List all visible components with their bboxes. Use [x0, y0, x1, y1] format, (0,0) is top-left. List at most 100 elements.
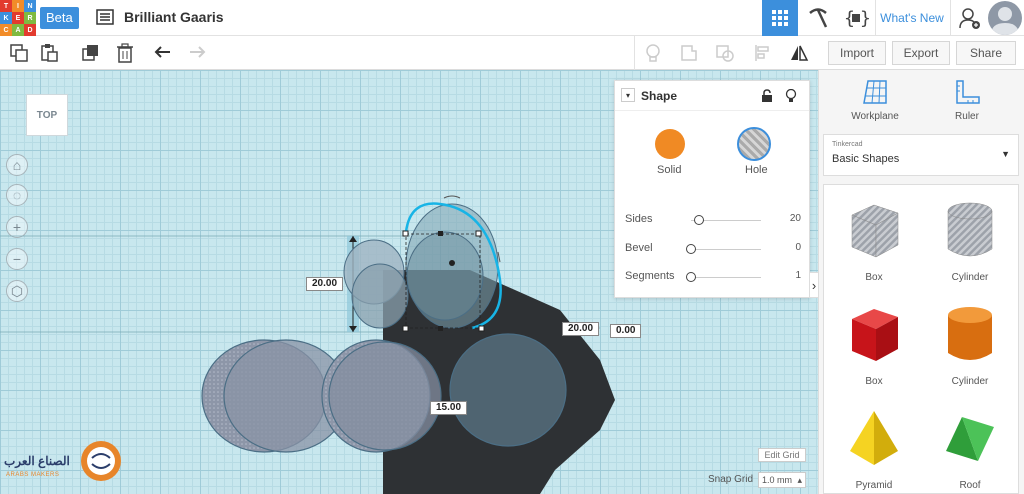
avatar[interactable] [988, 1, 1022, 35]
resize-handle[interactable] [438, 231, 443, 236]
library-name: Basic Shapes [832, 153, 900, 165]
snap-grid-select[interactable]: 1.0 mm ▴ [758, 472, 806, 488]
align-icon [755, 45, 769, 61]
duplicate-icon [82, 45, 98, 61]
undo-button[interactable] [150, 40, 176, 66]
hole-cylinder[interactable] [449, 333, 567, 447]
cylinder-hole-icon [947, 202, 993, 257]
whats-new-link[interactable]: What's New [876, 0, 948, 36]
edit-grid-button[interactable]: Edit Grid [758, 448, 806, 462]
caret-down-icon: ▼ [1001, 149, 1010, 159]
chevron-right-icon: › [811, 277, 817, 293]
paste-icon [41, 44, 58, 62]
slider-knob[interactable] [694, 215, 705, 225]
offset-dimension[interactable]: 0.00 [610, 324, 642, 338]
grid-icon [772, 10, 788, 26]
cylinder-solid-icon [948, 307, 992, 360]
workplane-tool[interactable]: Workplane [835, 78, 915, 122]
watermark-text: الصناع العرب [4, 454, 70, 468]
hole-option[interactable] [737, 127, 771, 161]
shape-box-solid[interactable]: Box [828, 293, 920, 393]
slider-knob[interactable] [686, 244, 696, 254]
watermark-subtext: ARABS MAKERS [6, 472, 60, 478]
height-dimension[interactable]: 20.00 [306, 277, 344, 291]
paste-button[interactable] [36, 40, 62, 66]
shape-pyramid[interactable]: Pyramid [828, 397, 920, 493]
collapse-inspector-button[interactable]: ▾ [621, 88, 635, 102]
caret-up-icon: ▴ [797, 474, 802, 485]
lightbulb-icon[interactable] [785, 89, 797, 103]
design-list-icon[interactable] [96, 9, 114, 25]
workplane-tool-label: Workplane [851, 111, 899, 122]
redo-icon [190, 46, 206, 58]
duplicate-button[interactable] [78, 40, 104, 66]
shape-roof[interactable]: Roof [924, 397, 1016, 493]
pickaxe-icon [809, 8, 828, 28]
redo-button[interactable] [184, 40, 210, 66]
group-button[interactable] [676, 40, 702, 66]
inspector-title: Shape [641, 89, 678, 103]
shape-box-hole[interactable]: Box [828, 189, 920, 289]
export-button[interactable]: Export [892, 41, 950, 65]
rotate-handle[interactable] [443, 195, 461, 199]
copy-icon [10, 44, 28, 62]
shape-cylinder-solid[interactable]: Cylinder [924, 293, 1016, 393]
ruler-tool[interactable]: Ruler [927, 78, 1007, 122]
workplane-icon [863, 80, 887, 104]
shape-cylinder-hole[interactable]: Cylinder [924, 189, 1016, 289]
codeblocks-icon: { } [844, 8, 869, 29]
shapes-panel: Workplane Ruler Tinkercad Basic Shapes ▼… [818, 70, 1024, 494]
solid-label: Solid [657, 164, 682, 176]
box-solid-icon [852, 309, 898, 361]
resize-handle[interactable] [402, 325, 409, 332]
share-button[interactable]: Share [956, 41, 1016, 65]
arabs-makers-logo [81, 441, 121, 481]
resize-handle[interactable] [402, 230, 409, 237]
resize-handle[interactable] [438, 326, 443, 331]
ruler-icon [956, 80, 980, 104]
shape-library-select[interactable]: Tinkercad Basic Shapes ▼ [823, 134, 1019, 176]
segments-slider[interactable]: Segments 1 [625, 270, 801, 284]
roof-icon [946, 417, 994, 461]
tinkercad-logo[interactable]: T I N K E R C A D [0, 0, 36, 36]
bevel-slider[interactable]: Bevel 0 [625, 242, 801, 256]
copy-button[interactable] [6, 40, 32, 66]
slider-knob[interactable] [686, 272, 696, 282]
inspector-header: ▾ Shape [615, 81, 809, 111]
ungroup-icon [716, 45, 734, 62]
top-bar: T I N K E R C A D Beta Brilliant Gaaris … [0, 0, 1024, 36]
width-dimension[interactable]: 20.00 [562, 322, 600, 336]
hole-cylinder[interactable] [328, 341, 442, 451]
solid-option[interactable] [655, 129, 685, 159]
library-source: Tinkercad [832, 141, 863, 148]
pyramid-icon [850, 411, 898, 465]
ungroup-button[interactable] [712, 40, 738, 66]
design-title[interactable]: Brilliant Gaaris [124, 9, 224, 25]
trash-icon [117, 43, 133, 63]
box-hole-icon [851, 204, 899, 258]
snap-grid-label: Snap Grid [708, 474, 754, 485]
3d-view-button[interactable] [762, 0, 798, 36]
user-avatar-icon [991, 7, 1019, 35]
add-user-button[interactable] [954, 0, 986, 36]
import-button[interactable]: Import [828, 41, 886, 65]
mirror-button[interactable] [786, 40, 812, 66]
shape-inspector: ▾ Shape Solid Hole Sides 20 Bevel 0 Segm… [614, 80, 810, 298]
resize-handle[interactable] [475, 230, 482, 237]
undo-icon [154, 46, 170, 58]
distance-dimension[interactable]: 15.00 [430, 401, 468, 415]
codeblocks-button[interactable]: { } [838, 0, 874, 36]
add-user-icon [959, 8, 980, 29]
sides-slider[interactable]: Sides 20 [625, 213, 801, 227]
group-icon [681, 45, 697, 61]
light-button[interactable] [640, 40, 666, 66]
resize-handle[interactable] [478, 325, 485, 332]
delete-button[interactable] [112, 40, 138, 66]
hole-label: Hole [745, 164, 768, 176]
watermark: الصناع العرب ARABS MAKERS [4, 436, 130, 490]
lock-icon[interactable] [761, 89, 773, 103]
shapes-grid: Box Cylinder Box Cylinder Pyramid Roof [823, 184, 1019, 494]
ruler-tool-label: Ruler [955, 111, 979, 122]
align-button[interactable] [750, 40, 776, 66]
bricks-view-button[interactable] [800, 0, 836, 36]
